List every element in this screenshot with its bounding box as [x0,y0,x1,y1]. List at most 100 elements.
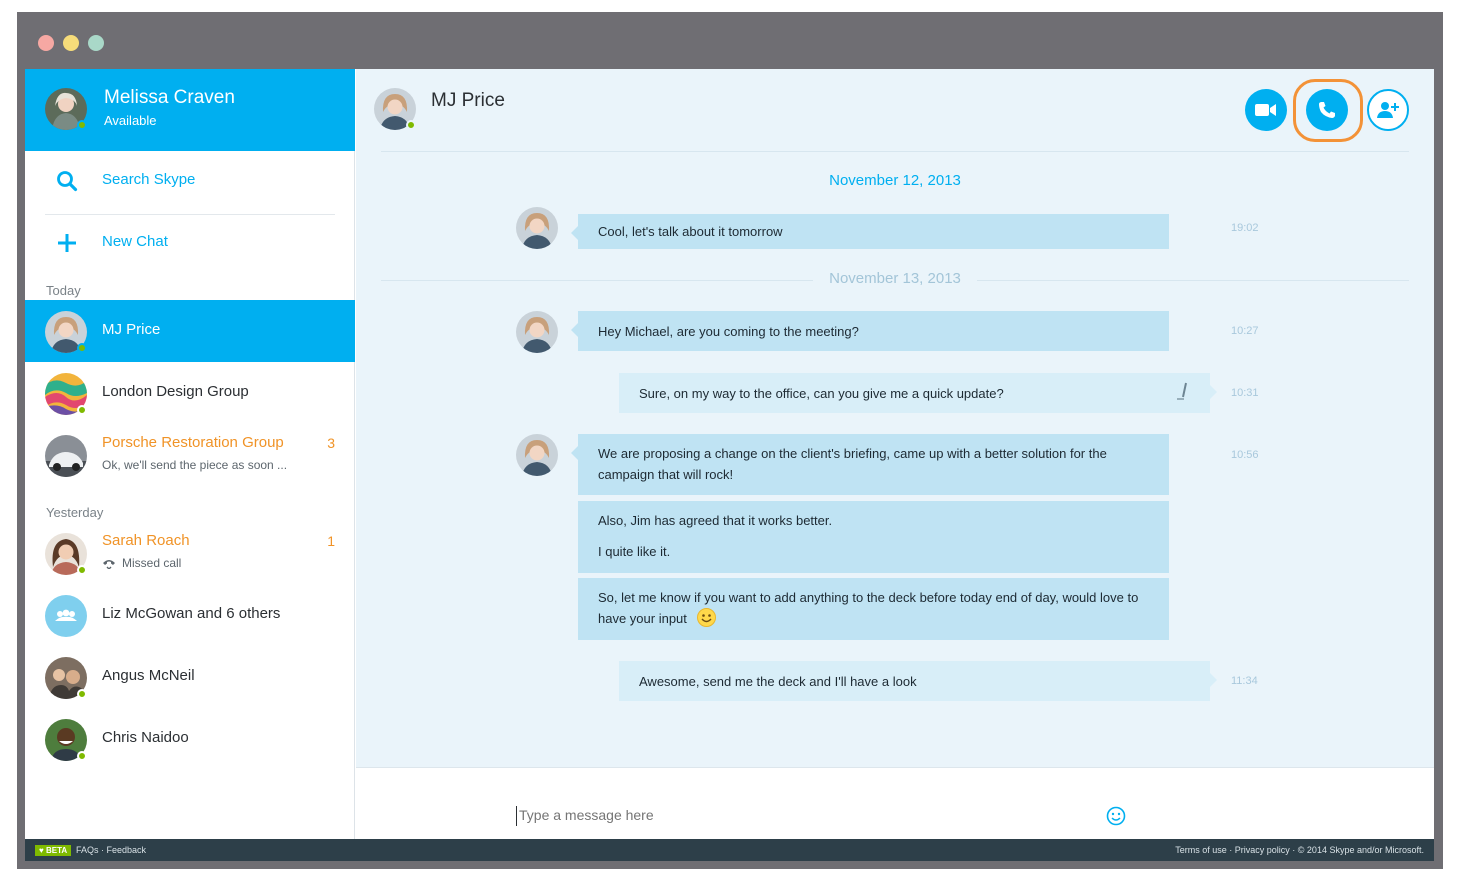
avatar [45,719,87,761]
message-text: Sure, on my way to the office, can you g… [639,386,1004,401]
contact-avatar[interactable] [374,88,416,130]
chat-preview: Ok, we'll send the piece as soon ... [102,458,288,472]
group-icon [55,609,77,621]
skype-app: Melissa Craven Available Search Skype Ne… [25,69,1434,861]
message-timestamp: 10:56 [1231,449,1259,461]
smiley-emoticon-icon [696,608,716,627]
presence-indicator [77,120,87,130]
presence-indicator [77,343,87,353]
emoticon-picker-icon[interactable] [1106,806,1126,826]
presence-indicator [77,689,87,699]
new-chat-label: New Chat [102,233,168,250]
message-timestamp: 10:31 [1231,387,1259,399]
unread-count-badge: 1 [327,533,335,549]
profile-status: Available [104,113,157,128]
header-divider [381,151,1409,152]
avatar [45,311,87,353]
profile-name: Melissa Craven [104,87,235,108]
avatar [45,533,87,575]
chat-name: Angus McNeil [102,667,195,684]
profile-header[interactable]: Melissa Craven Available [25,69,355,151]
date-separator: November 12, 2013 [381,172,1409,192]
plus-icon [55,231,79,255]
date-label: November 12, 2013 [813,172,977,189]
conversation-pane: MJ Price November 12, 2013 Cool, let's t… [356,69,1434,839]
message-avatar [516,207,558,249]
close-window-button[interactable] [38,35,54,51]
chat-name: Porsche Restoration Group [102,434,284,451]
text-caret [516,806,517,826]
chat-name: MJ Price [102,321,161,338]
message-text: Also, Jim has agreed that it works bette… [598,513,833,528]
phone-icon [1319,102,1335,118]
edited-icon [1177,382,1187,400]
beta-badge: ♥ BETA [35,845,72,856]
avatar [45,435,87,477]
search-icon [55,169,79,193]
message-text: So, let me know if you want to add anyth… [598,590,1139,626]
message-input[interactable] [519,807,1079,823]
add-person-icon [1377,102,1399,118]
contact-name: MJ Price [431,90,505,111]
conversation-header: MJ Price [356,69,1434,151]
search-skype-label: Search Skype [102,171,196,188]
footer-links-right: Terms of use · Privacy policy · © 2014 S… [1175,845,1424,855]
chat-item-sarah-roach[interactable]: Sarah Roach Missed call 1 [25,522,355,584]
footer-links-left: FAQs · Feedback [76,845,147,855]
section-label-today: Today [46,283,81,298]
section-label-yesterday: Yesterday [46,505,104,520]
date-separator: November 13, 2013 [381,270,1409,290]
missed-call-label: Missed call [122,556,182,570]
avatar [45,595,87,637]
message-bubble[interactable]: Also, Jim has agreed that it works bette… [578,501,1169,573]
chat-item-liz-mcgowan-group[interactable]: Liz McGowan and 6 others [25,584,355,646]
presence-indicator [77,565,87,575]
chat-preview: Missed call [102,556,181,570]
feedback-link[interactable]: Feedback [107,845,147,855]
missed-call-icon [103,560,115,569]
chat-item-london-design-group[interactable]: London Design Group [25,362,355,424]
avatar [45,373,87,415]
faqs-link[interactable]: FAQs [76,845,99,855]
presence-indicator [77,405,87,415]
message-bubble[interactable]: Hey Michael, are you coming to the meeti… [571,311,1169,351]
message-text: I quite like it. [598,544,671,559]
maximize-window-button[interactable] [88,35,104,51]
chat-item-porsche-restoration-group[interactable]: Porsche Restoration Group Ok, we'll send… [25,424,355,486]
message-bubble[interactable]: Sure, on my way to the office, can you g… [619,373,1217,413]
message-text: Awesome, send me the deck and I'll have … [639,674,917,689]
date-label: November 13, 2013 [813,270,977,287]
message-text: Cool, let's talk about it tomorrow [598,224,783,239]
privacy-link[interactable]: Privacy policy [1235,845,1290,855]
message-timestamp: 11:34 [1231,675,1258,687]
presence-indicator [406,120,416,130]
message-bubble[interactable]: We are proposing a change on the client'… [571,434,1169,495]
chat-item-mj-price[interactable]: MJ Price [25,300,355,362]
message-timestamp: 10:27 [1231,325,1259,337]
add-contact-button[interactable] [1367,89,1409,131]
video-call-button[interactable] [1245,89,1287,131]
message-composer [356,767,1434,839]
message-bubble[interactable]: Awesome, send me the deck and I'll have … [619,661,1217,701]
minimize-window-button[interactable] [63,35,79,51]
sidebar: Melissa Craven Available Search Skype Ne… [25,69,355,839]
presence-indicator [77,751,87,761]
message-timestamp: 19:02 [1231,222,1259,234]
message-bubble[interactable]: So, let me know if you want to add anyth… [578,578,1169,640]
chat-name: London Design Group [102,383,249,400]
message-text: We are proposing a change on the client'… [598,446,1107,482]
chat-item-angus-mcneil[interactable]: Angus McNeil [25,646,355,708]
new-chat-button[interactable]: New Chat [25,213,355,273]
profile-avatar [45,88,87,130]
message-text: Hey Michael, are you coming to the meeti… [598,324,859,339]
footer-bar: ♥ BETA FAQs · Feedback Terms of use · Pr… [25,839,1434,861]
search-skype-button[interactable]: Search Skype [25,151,355,211]
chat-name: Chris Naidoo [102,729,189,746]
terms-link[interactable]: Terms of use [1175,845,1227,855]
chat-name: Liz McGowan and 6 others [102,605,281,622]
message-bubble[interactable]: Cool, let's talk about it tomorrow [571,214,1169,249]
chat-item-chris-naidoo[interactable]: Chris Naidoo [25,708,355,770]
audio-call-button[interactable] [1306,89,1348,131]
avatar [45,657,87,699]
unread-count-badge: 3 [327,435,335,451]
